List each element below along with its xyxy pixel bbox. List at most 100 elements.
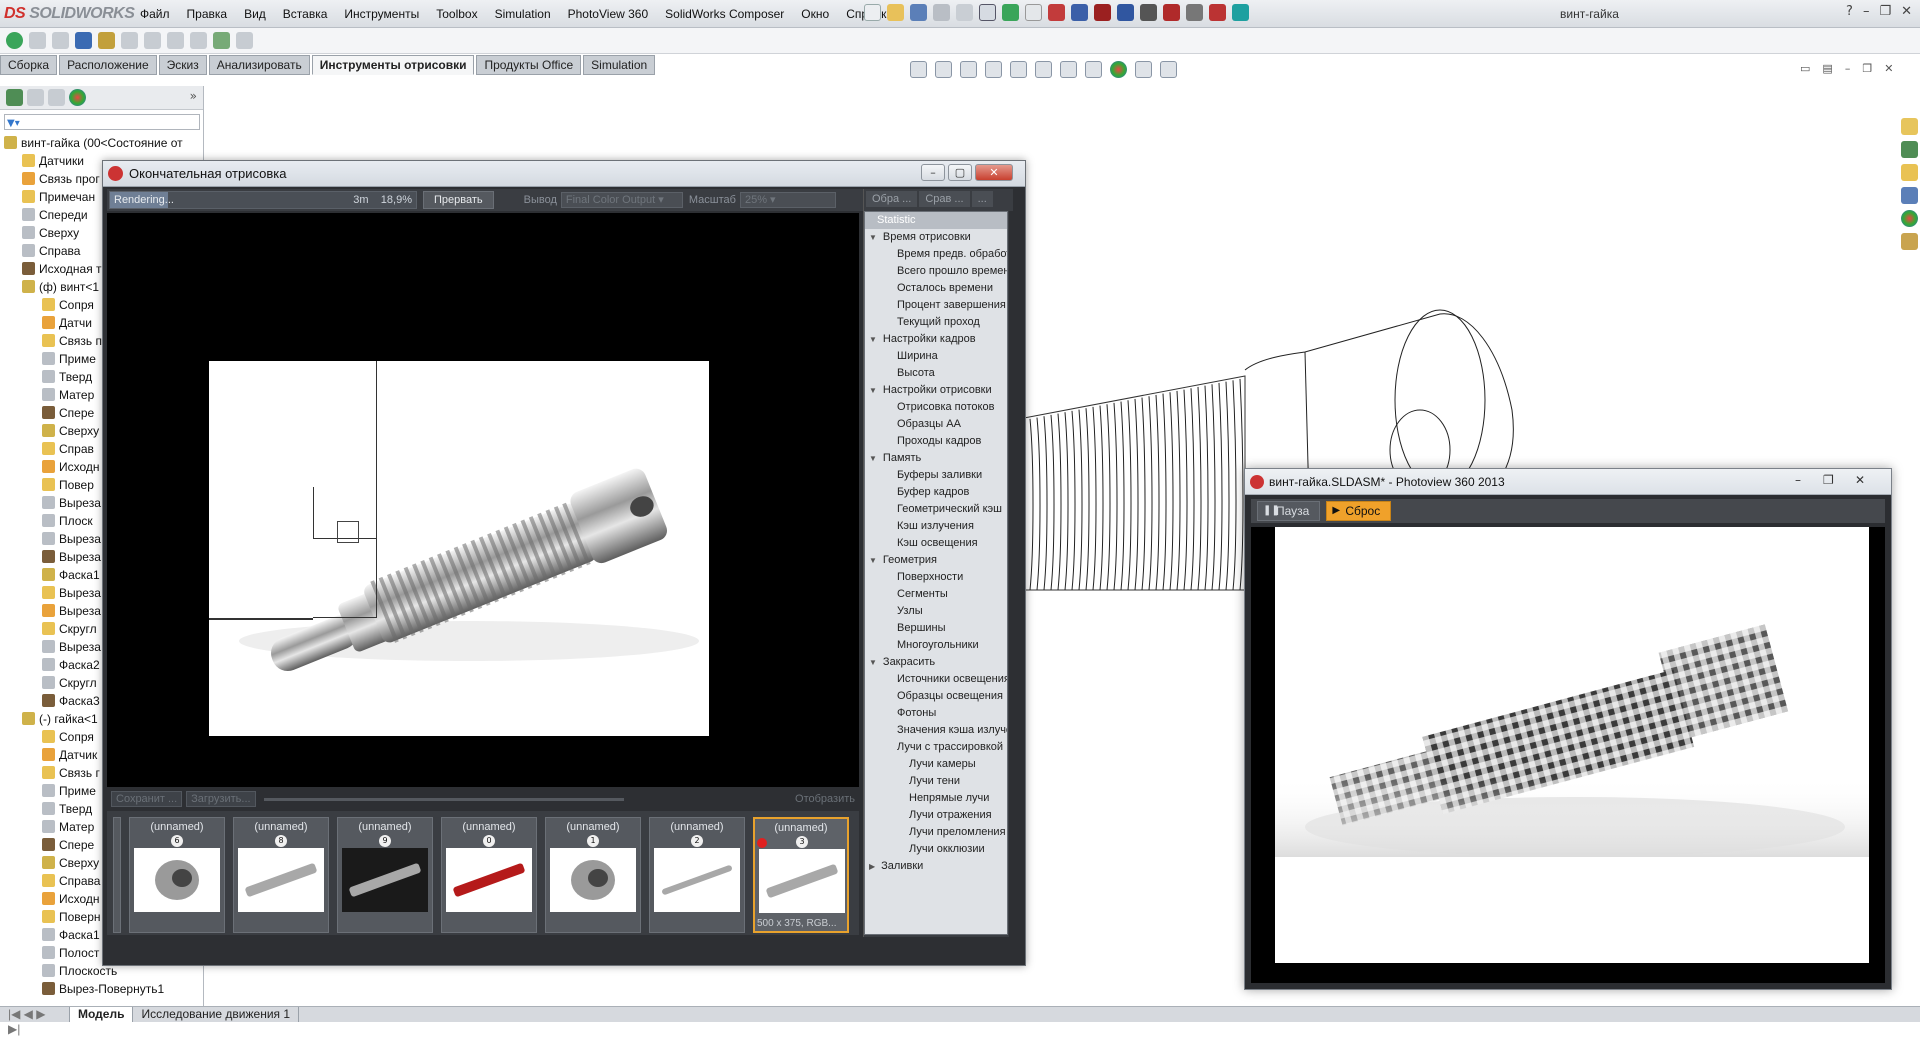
menu-item[interactable]: Окно [801,7,829,21]
abort-render-button[interactable]: Прервать [423,191,494,209]
menu-item[interactable]: Toolbox [436,7,477,21]
show-button[interactable]: Отобразить [795,793,855,805]
stat-group[interactable]: Заливки [865,858,1007,875]
save-image-button[interactable]: Сохранит ... [111,791,183,807]
viewport-minimize-icon[interactable]: – [1845,62,1851,75]
render-thumbnail[interactable]: (unnamed) 8 [233,817,329,933]
tool-3-icon[interactable] [167,32,184,49]
render-thumbnail[interactable]: (unnamed) 6 [129,817,225,933]
stat-item[interactable]: Ширина [865,348,1007,365]
tab-command-2[interactable]: Эскиз [158,55,207,75]
rd-icon[interactable] [1094,4,1111,21]
stat-item[interactable]: Сегменты [865,586,1007,603]
stat-group[interactable]: Геометрия [865,552,1007,569]
help-icon[interactable]: ? [1846,4,1853,19]
tool-5-icon[interactable] [213,32,230,49]
stat-item[interactable]: Текущий проход [865,314,1007,331]
stat-item[interactable]: Геометрический кэш [865,501,1007,518]
tool-2-icon[interactable] [144,32,161,49]
render-thumbnail[interactable]: (unnamed) 9 [337,817,433,933]
render-thumbnail[interactable]: (unnamed) 3 500 x 375, RGB... [753,817,849,933]
display-manager-tab-icon[interactable] [69,89,86,106]
menu-item[interactable]: Вставка [283,7,328,21]
stat-item[interactable]: Осталось времени [865,280,1007,297]
edit-icon[interactable] [29,32,46,49]
render-thumbnail[interactable]: (unnamed) 0 [441,817,537,933]
viewport-restore-icon[interactable]: ❐ [1862,62,1872,75]
reset-button[interactable]: ▶ Сброс [1326,501,1392,521]
tool-4-icon[interactable] [190,32,207,49]
select-cursor-icon[interactable] [979,4,996,21]
tab-command-3[interactable]: Анализировать [208,55,310,75]
render-thumbnail[interactable]: (unnamed) 1 [545,817,641,933]
tree-item[interactable]: Вырез-Повернуть1 [0,980,203,998]
zoom-area-icon[interactable] [935,61,952,78]
minimize-button[interactable]: – [921,164,945,181]
stat-item[interactable]: Значения кэша излучения [865,722,1007,739]
tree-root[interactable]: винт-гайка (00<Состояние от [0,134,203,152]
undo-icon[interactable] [956,4,973,21]
assembly-icon[interactable] [75,32,92,49]
photoview-canvas[interactable] [1251,527,1885,983]
render-thumbnail[interactable]: (unnamed) 2 [649,817,745,933]
stat-group[interactable]: Закрасить [865,654,1007,671]
stat-group[interactable]: Настройки отрисовки [865,382,1007,399]
menu-item[interactable]: Инструменты [344,7,419,21]
pv-maximize-icon[interactable]: ❐ [1823,473,1834,487]
home-resources-icon[interactable] [1900,118,1918,135]
appearances-icon[interactable] [1900,210,1918,227]
minimize-icon[interactable]: – [1863,4,1870,19]
open-folder-icon[interactable] [887,4,904,21]
pv-close-icon[interactable]: ✕ [1855,473,1865,487]
new-document-icon[interactable] [864,4,881,21]
stat-tab[interactable]: Обра ... [866,191,918,207]
stat-item[interactable]: Многоугольники [865,637,1007,654]
stat-item[interactable]: Фотоны [865,705,1007,722]
edit-appearance-icon[interactable] [1085,61,1102,78]
view-orientation-icon[interactable] [1010,61,1027,78]
scene-icon[interactable] [1110,61,1127,78]
design-library-icon[interactable] [1900,141,1918,158]
stat-item[interactable]: Отрисовка потоков [865,399,1007,416]
stat-item[interactable]: Непрямые лучи [865,790,1007,807]
library-icon[interactable] [1186,4,1203,21]
pause-button[interactable]: ❚❚ Пауза [1257,501,1321,521]
tab-command-6[interactable]: Simulation [583,55,656,75]
bottom-tab-0[interactable]: Модель [70,1007,134,1022]
stat-group[interactable]: Время отрисовки [865,229,1007,246]
stat-tab[interactable]: Срав ... [919,191,970,207]
bottom-tab-1[interactable]: Исследование движения 1 [133,1007,300,1022]
stat-item[interactable]: Источники освещения [865,671,1007,688]
stat-item[interactable]: Вершины [865,620,1007,637]
stat-item[interactable]: Лучи отражения [865,807,1007,824]
stat-item[interactable]: Процент завершения [865,297,1007,314]
stat-item[interactable]: Высота [865,365,1007,382]
stat-item[interactable]: Буферы заливки [865,467,1007,484]
tab-command-4[interactable]: Инструменты отрисовки [311,55,475,75]
tree-filter-input[interactable]: ▼▾ [4,114,200,130]
pv-minimize-icon[interactable]: – [1795,473,1801,487]
configuration-manager-tab-icon[interactable] [48,89,65,106]
render-window-titlebar[interactable]: Окончательная отрисовка – ▢ ✕ [103,161,1025,187]
pdf-icon[interactable] [1209,4,1226,21]
close-icon[interactable]: ✕ [1901,4,1912,19]
photoview-titlebar[interactable]: винт-гайка.SLDASM* - Photoview 360 2013 … [1245,469,1891,495]
stat-item[interactable]: Проходы кадров [865,433,1007,450]
stat-item[interactable]: Лучи камеры [865,756,1007,773]
red-tool-icon[interactable] [1048,4,1065,21]
view-palette-icon[interactable] [1900,187,1918,204]
stat-item[interactable]: Буфер кадров [865,484,1007,501]
globe-icon[interactable] [6,32,23,49]
stat-tab[interactable]: ... [971,191,993,207]
property-manager-tab-icon[interactable] [27,89,44,106]
stat-item[interactable]: Узлы [865,603,1007,620]
display-style-icon[interactable] [1035,61,1052,78]
menu-item[interactable]: SolidWorks Composer [665,7,784,21]
toolbox-icon[interactable] [1071,4,1088,21]
menu-item[interactable]: Вид [244,7,266,21]
tool-1-icon[interactable] [121,32,138,49]
render-tools-icon[interactable] [1160,61,1177,78]
stat-item[interactable]: Поверхности [865,569,1007,586]
grid-icon[interactable] [1025,4,1042,21]
thumbnail-partial[interactable] [113,817,121,933]
